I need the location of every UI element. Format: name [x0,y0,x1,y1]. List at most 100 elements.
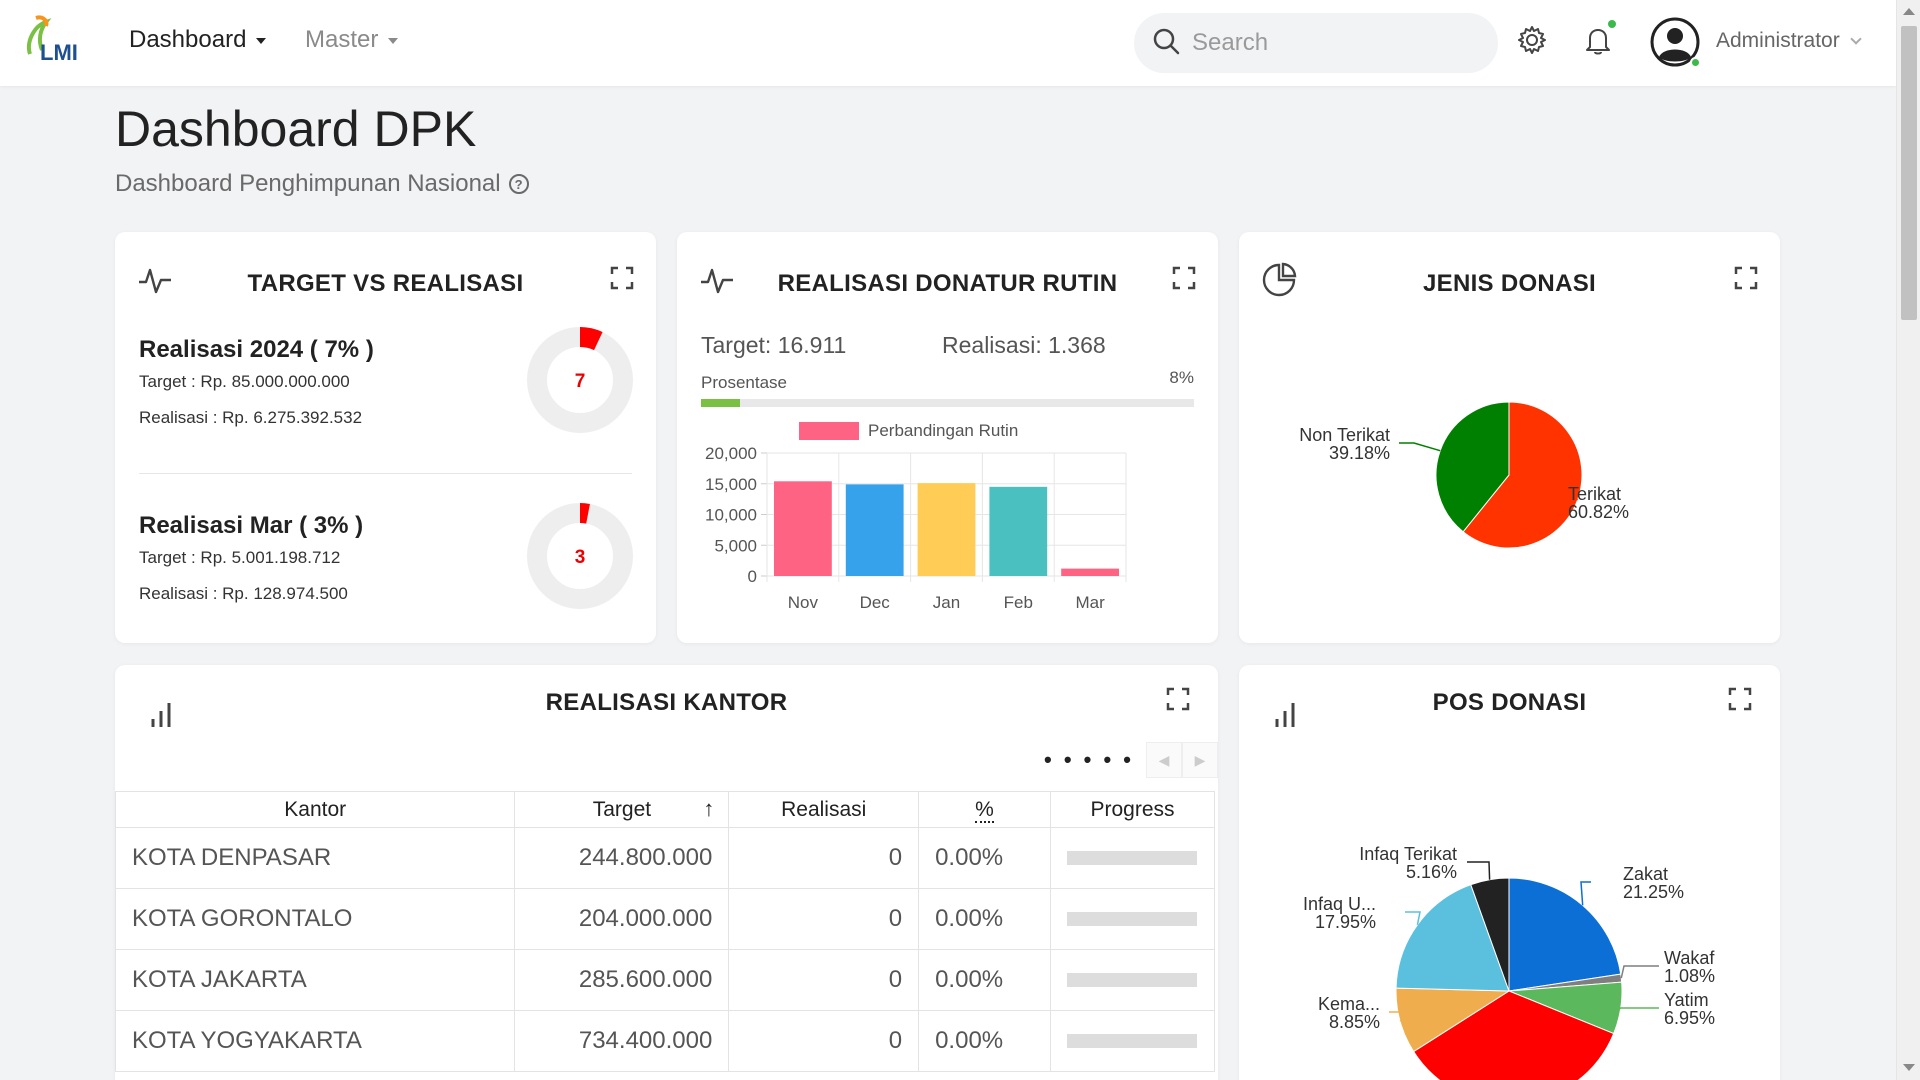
table-pager: • • • • • ◀ ▶ [1044,742,1218,778]
col-target[interactable]: Target ↑ [514,791,730,828]
scrollbar-thumb[interactable] [1901,26,1917,320]
scroll-up-icon[interactable] [1903,8,1915,15]
month-gauge-label: 3 [575,547,586,568]
realisasi-year-block: Realisasi 2024 ( 7% ) Target : Rp. 85.00… [139,336,469,428]
page-subtitle: Dashboard Penghimpunan Nasional ? [115,170,529,198]
progress-bar [1066,1034,1197,1048]
slice-percent: 5.16% [1406,862,1457,882]
slice-percent: 1.08% [1664,966,1715,986]
percent-cell: 0.00% [918,1010,1051,1072]
x-tick-label: Dec [860,593,891,612]
target-cell: 285.600.000 [514,949,730,1011]
realisasi-year-value: Realisasi : Rp. 6.275.392.532 [139,408,363,427]
y-tick-label: 10,000 [705,506,757,525]
leader-line [1399,442,1441,452]
page-title: Dashboard DPK [115,101,477,157]
rutin-progress-bar [701,399,1194,407]
slice-percent: 21.25% [1623,882,1684,902]
expand-icon[interactable] [1172,266,1196,290]
search-icon [1152,27,1180,60]
col-progress[interactable]: Progress [1049,791,1216,828]
realisasi-cell: 0 [728,949,920,1011]
y-tick-label: 15,000 [705,475,757,494]
progress-cell [1049,888,1216,950]
user-name: Administrator [1716,29,1840,52]
bell-icon [1582,24,1614,61]
settings-button[interactable] [1514,24,1550,60]
percent-cell: 0.00% [918,949,1051,1011]
col-target-label: Target [592,797,652,821]
table-row[interactable]: KOTA YOGYAKARTA 734.400.000 0 0.00% [115,1010,1216,1072]
avatar[interactable] [1650,17,1701,68]
month-progress-gauge: 3 [527,503,633,609]
y-tick-label: 20,000 [705,444,757,463]
table-row[interactable]: KOTA DENPASAR 244.800.000 0 0.00% [115,827,1216,889]
search-bar [1134,13,1498,73]
table-row[interactable]: KOTA JAKARTA 285.600.000 0 0.00% [115,949,1216,1011]
bar-mar[interactable] [1061,568,1119,576]
realisasi-month-target: Target : Rp. 5.001.198.712 [139,548,341,567]
caret-down-icon [388,38,399,44]
pager-prev-button[interactable]: ◀ [1146,742,1182,778]
notifications-button[interactable] [1580,20,1616,61]
realisasi-donatur-rutin-card: REALISASI DONATUR RUTIN Target: 16.911 R… [677,232,1218,643]
caret-down-icon [256,38,267,44]
leader-line [1467,861,1491,880]
slice-label: Zakat [1623,864,1668,884]
realisasi-cell: 0 [728,888,920,950]
year-progress-gauge: 7 [527,327,633,433]
legend-label: Perbandingan Rutin [868,421,1018,440]
notification-dot [1608,20,1616,28]
pie-slice[interactable] [1508,877,1622,992]
col-realisasi[interactable]: Realisasi [728,791,920,828]
table-row[interactable]: KOTA GORONTALO 204.000.000 0 0.00% [115,888,1216,950]
progress-bar [1066,912,1197,926]
jenis-donasi-pie: Terikat60.82% Non Terikat39.18% [1299,401,1629,549]
bar-feb[interactable] [989,486,1048,576]
lmi-logo[interactable]: LMI [22,14,90,70]
user-menu[interactable]: Administrator [1716,29,1862,53]
progress-cell [1049,949,1216,1011]
pager-dots[interactable]: • • • • • [1044,747,1134,773]
kantor-name-link[interactable]: KOTA DENPASAR [115,827,516,889]
online-status-dot [1690,57,1701,68]
progress-label: Prosentase [701,373,787,392]
kantor-name-link[interactable]: KOTA JAKARTA [115,949,516,1011]
gear-icon [1516,24,1548,61]
realisasi-month-block: Realisasi Mar ( 3% ) Target : Rp. 5.001.… [139,512,469,604]
table-header-row: Kantor Target ↑ Realisasi % Progress [115,791,1216,828]
pos-donasi-card: POS DONASI Zakat 21.25% Wakaf 1.08% Yatim 6.9… [1239,665,1780,1080]
pager-next-button[interactable]: ▶ [1182,742,1218,778]
target-cell: 204.000.000 [514,888,730,950]
search-input[interactable] [1192,29,1472,57]
col-kantor[interactable]: Kantor [115,791,516,828]
col-percent[interactable]: % [918,791,1051,828]
realisasi-month-heading: Realisasi Mar ( 3% ) [139,512,364,539]
kantor-name-link[interactable]: KOTA YOGYAKARTA [115,1010,516,1072]
bar-jan[interactable] [917,483,976,576]
year-gauge-label: 7 [575,371,586,392]
kantor-name-link[interactable]: KOTA GORONTALO [115,888,516,950]
nav-master[interactable]: Master [305,26,399,54]
bar-nov[interactable] [774,481,832,576]
slice-label: Wakaf [1664,948,1715,968]
sort-arrow-up-icon: ↑ [703,796,715,821]
slice-label: Kema... [1318,994,1380,1014]
help-icon[interactable]: ? [508,174,529,194]
progress-value: 8% [1169,368,1194,387]
scroll-down-icon[interactable] [1903,1064,1915,1071]
progress-cell [1049,1010,1216,1072]
expand-icon[interactable] [610,266,634,290]
slice-percent: 39.18% [1329,443,1390,463]
slice-label: Terikat [1568,484,1621,504]
bar-dec[interactable] [845,484,904,576]
slice-percent: 6.95% [1664,1008,1715,1028]
nav-dashboard[interactable]: Dashboard [129,26,267,54]
expand-icon[interactable] [1166,687,1190,711]
nav-dashboard-label: Dashboard [129,26,247,53]
top-navbar: LMI Dashboard Master Administrator [0,0,1896,86]
progress-bar [1066,973,1197,987]
page-scrollbar[interactable] [1896,0,1920,1080]
target-cell: 244.800.000 [514,827,730,889]
nav-master-label: Master [305,26,379,53]
